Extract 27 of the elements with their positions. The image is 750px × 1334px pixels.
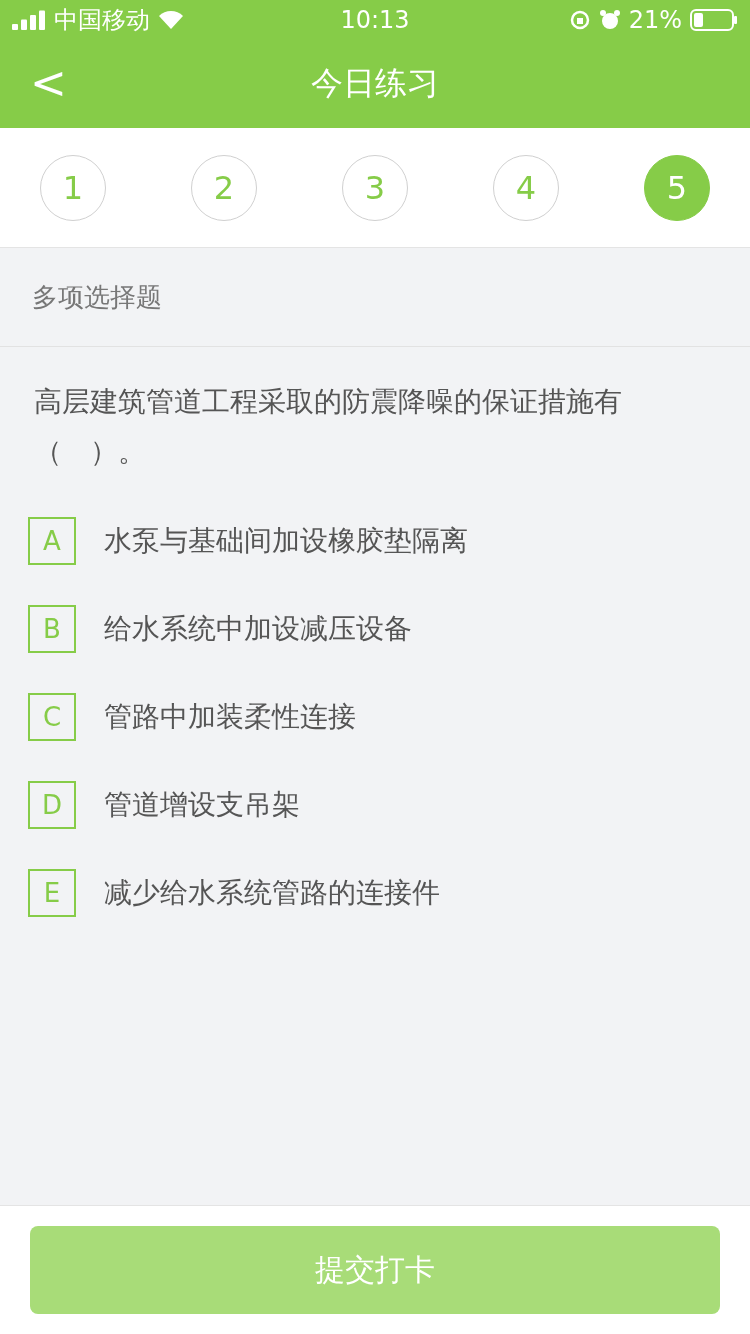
rotation-lock-icon [568,9,591,31]
wifi-icon [158,10,184,30]
option-key[interactable]: C [28,693,76,741]
question-type: 多项选择题 [32,280,162,314]
option-key[interactable]: E [28,869,76,917]
clock-time: 10:13 [340,6,410,34]
option-text[interactable]: 管道增设支吊架 [104,786,300,824]
option-key[interactable]: B [28,605,76,653]
option-key[interactable]: A [28,517,76,565]
battery-icon [690,9,738,31]
question-step[interactable]: 4 [493,154,559,221]
alarm-icon [598,9,621,31]
carrier-name: 中国移动 [54,5,150,36]
page-title: 今日练习 [311,63,439,104]
question-step[interactable]: 1 [40,154,106,221]
battery-percent: 21% [628,6,682,34]
signal-icon [12,10,46,30]
question-step[interactable]: 3 [342,154,408,221]
option-text[interactable]: 管路中加装柔性连接 [104,698,356,736]
back-button[interactable]: < [22,58,75,108]
option-text[interactable]: 水泵与基础间加设橡胶垫隔离 [104,522,468,560]
option-key[interactable]: D [28,781,76,829]
option-text[interactable]: 给水系统中加设减压设备 [104,610,412,648]
question-text: 高层建筑管道工程采取的防震降噪的保证措施有（ ）。 [33,384,623,470]
question-step[interactable]: 2 [191,154,257,221]
option-text[interactable]: 减少给水系统管路的连接件 [104,874,440,912]
question-step[interactable]: 5 [644,154,710,221]
